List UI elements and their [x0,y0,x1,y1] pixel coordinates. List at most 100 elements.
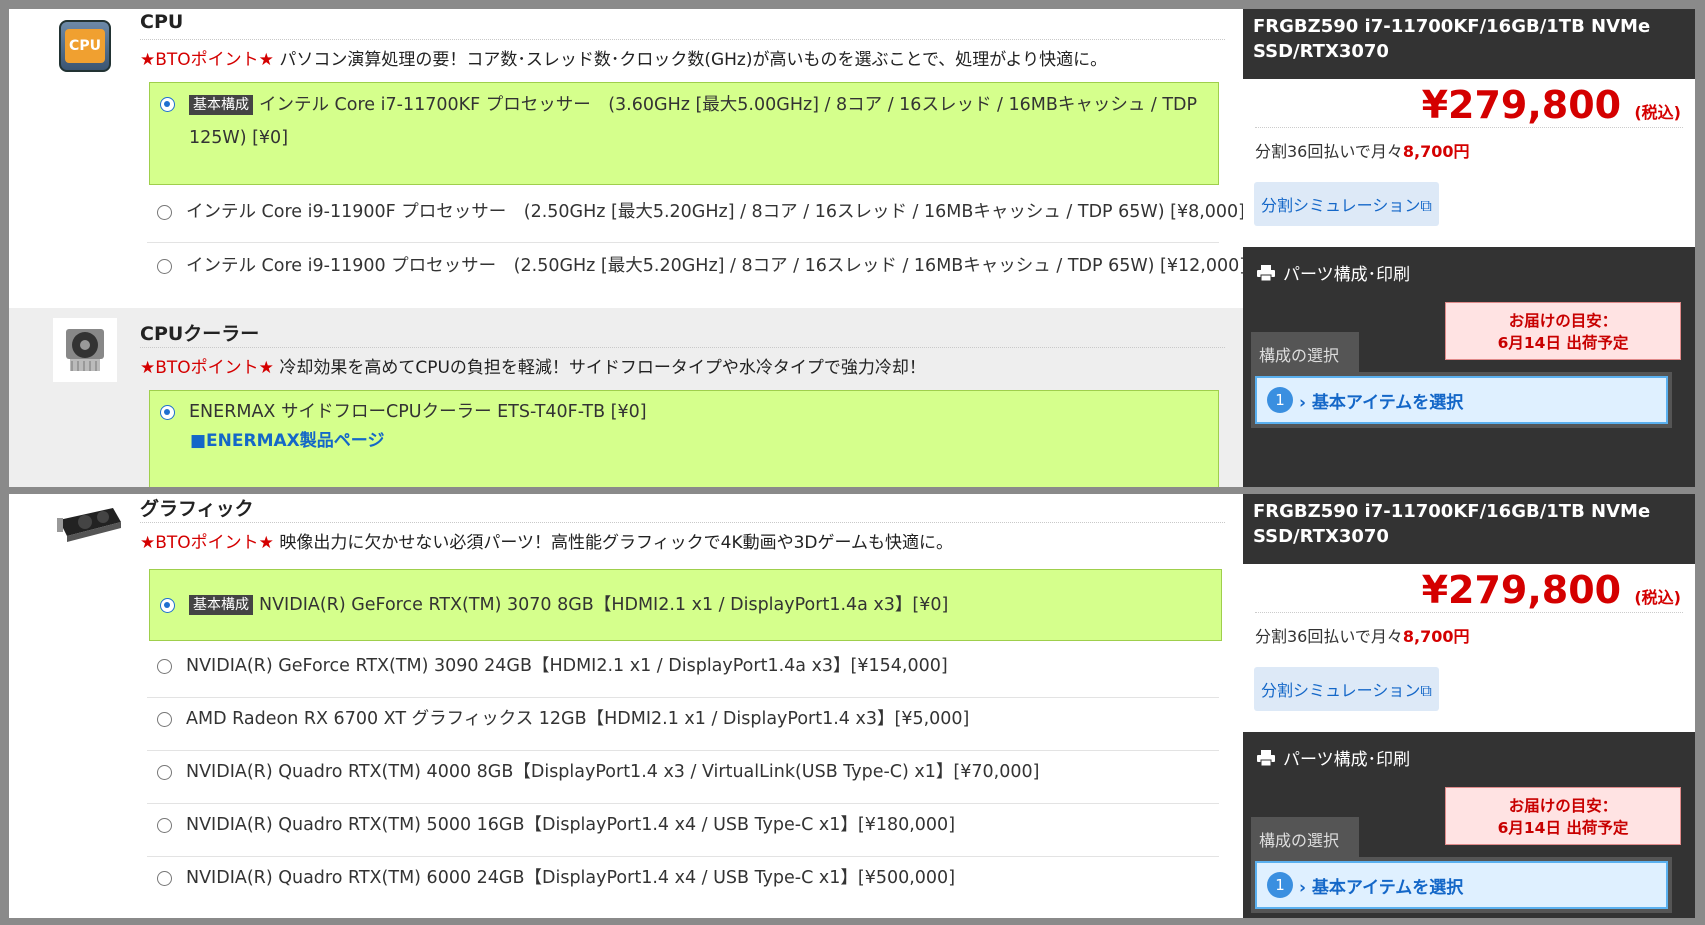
order-sidebar: FRGBZ590 i7-11700KF/16GB/1TB NVMe SSD/RT… [1243,494,1695,918]
external-link-icon: ⧉ [1420,196,1432,215]
graphics-section: グラフィック ★BTOポイント★ 映像出力に欠かせない必須パーツ！高性能グラフィ… [9,494,1243,918]
installment-amount: 8,700円 [1402,627,1470,646]
cooler-section: CPUクーラー ★BTOポイント★ 冷却効果を高めてCPUの負担を軽減！サイドフ… [9,308,1243,487]
cpu-option-0[interactable]: 基本構成 インテル Core i7-11700KF プロセッサー (3.60GHz… [149,82,1219,185]
graphics-description: ★BTOポイント★ 映像出力に欠かせない必須パーツ！高性能グラフィックで4K動画… [140,522,1225,553]
step-box: 1 › 基本アイテムを選択 [1251,857,1672,913]
cpu-section: CPU CPU ★BTOポイント★ パソコン演算処理の要！コア数･スレッド数･ク… [9,9,1243,308]
cooler-desc-text: 冷却効果を高めてCPUの負担を軽減！サイドフロータイプや水冷タイプで強力冷却！ [279,358,926,378]
model-name: FRGBZ590 i7-11700KF/16GB/1TB NVMe SSD/RT… [1243,9,1695,79]
option-label: NVIDIA(R) GeForce RTX(TM) 3070 8GB【HDMI2… [259,594,949,615]
graphics-title: グラフィック [140,498,254,520]
graphics-option-4[interactable]: NVIDIA(R) Quadro RTX(TM) 5000 16GB【Displ… [147,804,1219,857]
delivery-estimate: お届けの目安： 6月14日 出荷予定 [1445,787,1681,845]
parts-list: CPU CPU ★BTOポイント★ パソコン演算処理の要！コア数･スレッド数･ク… [9,9,1243,487]
graphics-option-1[interactable]: NVIDIA(R) GeForce RTX(TM) 3090 24GB【HDMI… [147,645,1219,698]
price-display: ¥279,800 (税込) [1243,564,1695,612]
installment-amount: 8,700円 [1402,142,1470,161]
installment-text: 分割36回払いで月々 [1255,142,1403,161]
tab-config-select[interactable]: 構成の選択 [1251,817,1359,857]
cpu-icon-label: CPU [65,29,105,63]
bto-point-label: ★BTOポイント★ [140,533,274,553]
option-label: NVIDIA(R) Quadro RTX(TM) 5000 16GB【Displ… [186,815,956,835]
radio-selected-icon[interactable] [160,405,175,420]
price-display: ¥279,800 (税込) [1243,79,1695,127]
tab-config-select[interactable]: 構成の選択 [1251,332,1359,372]
installment-simulation-button[interactable]: 分割シミュレーション⧉ [1254,182,1439,226]
radio-selected-icon[interactable] [160,97,175,112]
option-label: インテル Core i9-11900 プロセッサー (2.50GHz [最大5.… [186,256,1243,276]
graphics-option-5[interactable]: NVIDIA(R) Quadro RTX(TM) 6000 24GB【Displ… [147,857,1219,910]
option-content: 基本構成 NVIDIA(R) GeForce RTX(TM) 3070 8GB【H… [189,590,948,621]
tax-label: (税込) [1634,103,1681,122]
print-label: パーツ構成･印刷 [1283,750,1411,770]
option-content: 基本構成 インテル Core i7-11700KF プロセッサー (3.60GHz… [189,89,1210,155]
parts-list: グラフィック ★BTOポイント★ 映像出力に欠かせない必須パーツ！高性能グラフィ… [9,494,1243,918]
radio-selected-icon[interactable] [160,597,175,613]
cooler-description: ★BTOポイント★ 冷却効果を高めてCPUの負担を軽減！サイドフロータイプや水冷… [140,347,1225,378]
order-sidebar: FRGBZ590 i7-11700KF/16GB/1TB NVMe SSD/RT… [1243,9,1695,487]
cooler-title: CPUクーラー [140,323,260,345]
option-label: NVIDIA(R) Quadro RTX(TM) 4000 8GB【Displa… [186,762,1040,782]
installment-info: 分割36回払いで月々8,700円 [1255,612,1683,647]
config-panel: パーツ構成･印刷 お届けの目安： 6月14日 出荷予定 構成の選択 1 › 基本アイ… [1243,732,1695,918]
delivery-date: 6月14日 出荷予定 [1497,334,1629,352]
print-parts-button[interactable]: パーツ構成･印刷 [1243,247,1695,298]
tax-label: (税込) [1634,588,1681,607]
model-name: FRGBZ590 i7-11700KF/16GB/1TB NVMe SSD/RT… [1243,494,1695,564]
config-panel: パーツ構成･印刷 お届けの目安： 6月14日 出荷予定 構成の選択 1 › 基本アイ… [1243,247,1695,487]
enermax-product-link[interactable]: ■ENERMAX製品ページ [190,428,1210,454]
step-number: 1 [1267,872,1293,898]
cpu-title: CPU [140,11,184,33]
sim-label: 分割シミュレーション [1261,681,1421,700]
graphics-option-0[interactable]: 基本構成 NVIDIA(R) GeForce RTX(TM) 3070 8GB【H… [149,569,1222,641]
radio-icon[interactable] [157,259,172,274]
step-box: 1 › 基本アイテムを選択 [1251,372,1672,428]
radio-icon[interactable] [157,871,172,886]
graphics-option-3[interactable]: NVIDIA(R) Quadro RTX(TM) 4000 8GB【Displa… [147,751,1219,804]
cooler-option-row: ENERMAX サイドフローCPUクーラー ETS-T40F-TB [¥0] [158,397,1210,428]
price-value: ¥279,800 [1421,83,1622,127]
printer-icon [1257,264,1275,281]
bto-point-label: ★BTOポイント★ [140,50,274,70]
bto-point-label: ★BTOポイント★ [140,358,274,378]
select-base-items-button[interactable]: 1 › 基本アイテムを選択 [1255,861,1668,909]
step-number: 1 [1267,387,1293,413]
option-label: インテル Core i7-11700KF プロセッサー (3.60GHz [最大… [189,95,1198,148]
option-label: NVIDIA(R) Quadro RTX(TM) 6000 24GB【Displ… [186,868,956,888]
screenshot-panel-bottom: グラフィック ★BTOポイント★ 映像出力に欠かせない必須パーツ！高性能グラフィ… [9,494,1695,918]
option-label: インテル Core i9-11900F プロセッサー (2.50GHz [最大5… [186,202,1243,222]
cpu-option-1[interactable]: インテル Core i9-11900F プロセッサー (2.50GHz [最大5… [147,191,1243,243]
radio-icon[interactable] [157,659,172,674]
radio-icon[interactable] [157,205,172,220]
graphics-option-2[interactable]: AMD Radeon RX 6700 XT グラフィックス 12GB【HDMI2… [147,698,1219,751]
installment-simulation-button[interactable]: 分割シミュレーション⧉ [1254,667,1439,711]
cooler-option-0[interactable]: ENERMAX サイドフローCPUクーラー ETS-T40F-TB [¥0] ■… [149,390,1219,487]
delivery-label: お届けの目安： [1508,797,1618,815]
cpu-desc-text: パソコン演算処理の要！コア数･スレッド数･クロック数(GHz)が高いものを選ぶこ… [279,50,1108,70]
delivery-label: お届けの目安： [1508,312,1618,330]
delivery-estimate: お届けの目安： 6月14日 出荷予定 [1445,302,1681,360]
cpu-cooler-icon [53,318,117,382]
external-link-icon: ⧉ [1420,681,1432,700]
graphics-desc-text: 映像出力に欠かせない必須パーツ！高性能グラフィックで4K動画や3Dゲームも快適に… [279,533,954,553]
print-parts-button[interactable]: パーツ構成･印刷 [1243,732,1695,783]
option-label: AMD Radeon RX 6700 XT グラフィックス 12GB【HDMI2… [186,709,970,729]
delivery-date: 6月14日 出荷予定 [1497,819,1629,837]
step-label: › 基本アイテムを選択 [1299,392,1464,413]
print-label: パーツ構成･印刷 [1283,265,1411,285]
base-config-tag: 基本構成 [189,95,253,115]
option-label: NVIDIA(R) GeForce RTX(TM) 3090 24GB【HDMI… [186,656,948,676]
cpu-option-2[interactable]: インテル Core i9-11900 プロセッサー (2.50GHz [最大5.… [147,245,1243,297]
radio-icon[interactable] [157,712,172,727]
cpu-description: ★BTOポイント★ パソコン演算処理の要！コア数･スレッド数･クロック数(GHz… [140,39,1225,70]
option-label: ENERMAX サイドフローCPUクーラー ETS-T40F-TB [¥0] [189,402,647,422]
base-config-tag: 基本構成 [189,594,253,615]
screenshot-panel-top: CPU CPU ★BTOポイント★ パソコン演算処理の要！コア数･スレッド数･ク… [9,9,1695,487]
printer-icon [1257,749,1275,766]
select-base-items-button[interactable]: 1 › 基本アイテムを選択 [1255,376,1668,424]
graphics-card-icon [53,494,125,558]
radio-icon[interactable] [157,765,172,780]
radio-icon[interactable] [157,818,172,833]
sim-label: 分割シミュレーション [1261,196,1421,215]
